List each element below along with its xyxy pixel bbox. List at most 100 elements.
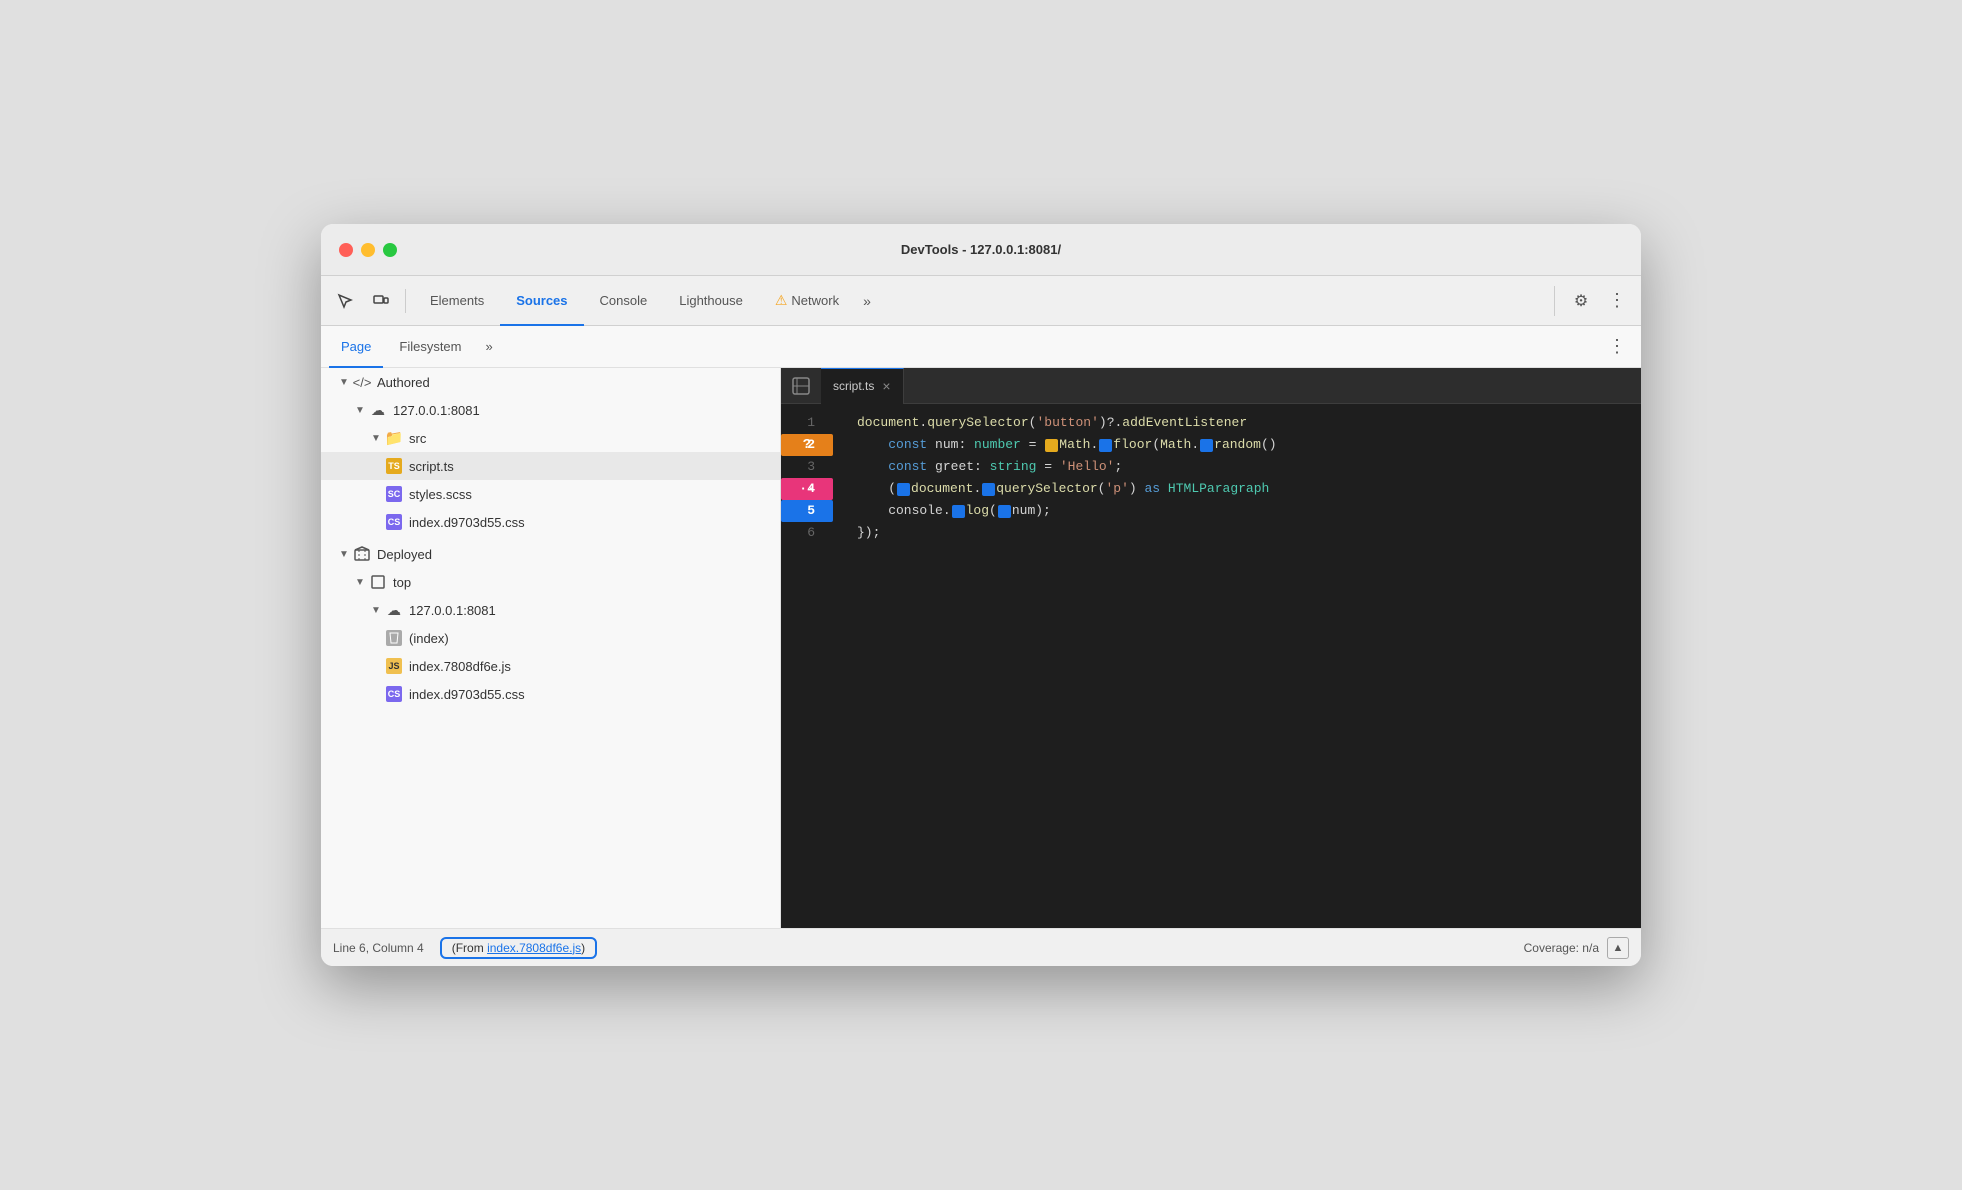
line-3-num: 3 xyxy=(781,456,825,478)
deployed-cloud-icon: ☁ xyxy=(385,601,403,619)
sources-sub-toolbar: Page Filesystem » ⋮ xyxy=(321,326,1641,368)
code-line-2: const num: number = Math.floor(Math.rand… xyxy=(857,434,1625,456)
inspect-icon[interactable] xyxy=(329,285,361,317)
sub-tab-page[interactable]: Page xyxy=(329,326,383,368)
code-line-3: const greet: string = 'Hello'; xyxy=(857,456,1625,478)
authored-css-icon: CS xyxy=(385,513,403,531)
type-marker-doc xyxy=(897,483,910,496)
authored-css-item[interactable]: CS index.d9703d55.css xyxy=(321,508,780,536)
source-link[interactable]: index.7808df6e.js xyxy=(487,941,581,955)
index-item[interactable]: (index) xyxy=(321,624,780,652)
authored-host-arrow: ▼ xyxy=(353,403,367,417)
coverage-label: Coverage: n/a xyxy=(1524,941,1599,955)
deployed-section[interactable]: ▼ Deployed xyxy=(321,540,780,568)
tab-lighthouse[interactable]: Lighthouse xyxy=(663,276,759,326)
sub-toolbar-menu-icon[interactable]: ⋮ xyxy=(1601,331,1633,363)
code-line-6: }); xyxy=(857,522,1625,544)
tab-elements[interactable]: Elements xyxy=(414,276,500,326)
type-marker-random xyxy=(1200,439,1213,452)
maximize-button[interactable] xyxy=(383,243,397,257)
close-button[interactable] xyxy=(339,243,353,257)
toolbar-right: ⚙ ⋮ xyxy=(1565,285,1633,317)
line-6-num: 6 xyxy=(781,522,825,544)
authored-arrow: ▼ xyxy=(337,375,351,389)
authored-cloud-icon: ☁ xyxy=(369,401,387,419)
authored-css-label: index.d9703d55.css xyxy=(409,515,525,530)
deployed-host[interactable]: ▼ ☁ 127.0.0.1:8081 xyxy=(321,596,780,624)
deployed-css-item[interactable]: CS index.d9703d55.css xyxy=(321,680,780,708)
toolbar-separator xyxy=(1554,286,1555,316)
settings-icon[interactable]: ⚙ xyxy=(1565,285,1597,317)
top-rect-icon xyxy=(369,573,387,591)
authored-host[interactable]: ▼ ☁ 127.0.0.1:8081 xyxy=(321,396,780,424)
toolbar-tabs: Elements Sources Console Lighthouse ⚠ Ne… xyxy=(414,276,1544,326)
main-toolbar: Elements Sources Console Lighthouse ⚠ Ne… xyxy=(321,276,1641,326)
html-icon xyxy=(385,629,403,647)
index-js-label: index.7808df6e.js xyxy=(409,659,511,674)
styles-scss-item[interactable]: SC styles.scss xyxy=(321,480,780,508)
source-map-icon[interactable] xyxy=(789,374,813,398)
line-1-num: 1 xyxy=(781,412,825,434)
src-folder[interactable]: ▼ 📁 src xyxy=(321,424,780,452)
top-item[interactable]: ▼ top xyxy=(321,568,780,596)
type-marker-num xyxy=(998,505,1011,518)
close-tab-button[interactable]: × xyxy=(882,378,890,394)
type-marker-floor xyxy=(1099,439,1112,452)
line-numbers: 1 ? 2 3 ·· 4 5 xyxy=(781,404,841,928)
tab-console[interactable]: Console xyxy=(584,276,664,326)
open-tab-script-ts[interactable]: script.ts × xyxy=(821,368,904,404)
authored-host-label: 127.0.0.1:8081 xyxy=(393,403,480,418)
deployed-label: Deployed xyxy=(377,547,432,562)
index-js-item[interactable]: JS index.7808df6e.js xyxy=(321,652,780,680)
src-label: src xyxy=(409,431,426,446)
index-label: (index) xyxy=(409,631,449,646)
code-line-1: document.querySelector('button')?.addEve… xyxy=(857,412,1625,434)
deployed-arrow: ▼ xyxy=(337,547,351,561)
script-ts-item[interactable]: TS script.ts xyxy=(321,452,780,480)
open-tab-label: script.ts xyxy=(833,379,874,393)
status-right: Coverage: n/a ▲ xyxy=(1524,937,1629,959)
window-title: DevTools - 127.0.0.1:8081/ xyxy=(901,242,1061,257)
code-area: 1 ? 2 3 ·· 4 5 xyxy=(781,404,1641,928)
deployed-icon xyxy=(353,545,371,563)
deployed-host-arrow: ▼ xyxy=(369,603,383,617)
src-arrow: ▼ xyxy=(369,431,383,445)
tab-sources[interactable]: Sources xyxy=(500,276,583,326)
sub-tab-filesystem[interactable]: Filesystem xyxy=(387,326,473,368)
authored-icon: </> xyxy=(353,373,371,391)
status-source-pill[interactable]: (From index.7808df6e.js) xyxy=(440,937,597,959)
sub-more-tabs-button[interactable]: » xyxy=(478,322,501,372)
toolbar-divider-1 xyxy=(405,289,406,313)
deployed-css-icon: CS xyxy=(385,685,403,703)
traffic-lights xyxy=(339,243,397,257)
more-tabs-button[interactable]: » xyxy=(855,276,879,326)
line-5-num: 5 xyxy=(781,500,825,522)
line-2-num: ? 2 xyxy=(781,434,825,456)
js-icon: JS xyxy=(385,657,403,675)
authored-label: Authored xyxy=(377,375,430,390)
tab-network[interactable]: ⚠ Network xyxy=(759,276,855,326)
code-editor-panel: script.ts × 1 ? 2 3 xyxy=(781,368,1641,928)
code-tab-bar: script.ts × xyxy=(781,368,1641,404)
status-position: Line 6, Column 4 xyxy=(333,941,424,955)
type-marker-qs xyxy=(982,483,995,496)
authored-section[interactable]: ▼ </> Authored xyxy=(321,368,780,396)
top-label: top xyxy=(393,575,411,590)
file-tree-panel: ▼ </> Authored ▼ ☁ 127.0.0.1:8081 ▼ 📁 sr… xyxy=(321,368,781,928)
coverage-icon-button[interactable]: ▲ xyxy=(1607,937,1629,959)
ts-icon: TS xyxy=(385,457,403,475)
code-content[interactable]: document.querySelector('button')?.addEve… xyxy=(841,404,1641,928)
line-4-num: ·· 4 xyxy=(781,478,825,500)
deployed-host-label: 127.0.0.1:8081 xyxy=(409,603,496,618)
status-bar: Line 6, Column 4 (From index.7808df6e.js… xyxy=(321,928,1641,966)
title-bar: DevTools - 127.0.0.1:8081/ xyxy=(321,224,1641,276)
device-toggle-icon[interactable] xyxy=(365,285,397,317)
styles-scss-label: styles.scss xyxy=(409,487,472,502)
folder-icon: 📁 xyxy=(385,429,403,447)
network-warning-icon: ⚠ xyxy=(775,292,788,309)
minimize-button[interactable] xyxy=(361,243,375,257)
main-content: ▼ </> Authored ▼ ☁ 127.0.0.1:8081 ▼ 📁 sr… xyxy=(321,368,1641,928)
top-arrow: ▼ xyxy=(353,575,367,589)
type-marker-math xyxy=(1045,439,1058,452)
overflow-menu-icon[interactable]: ⋮ xyxy=(1601,285,1633,317)
